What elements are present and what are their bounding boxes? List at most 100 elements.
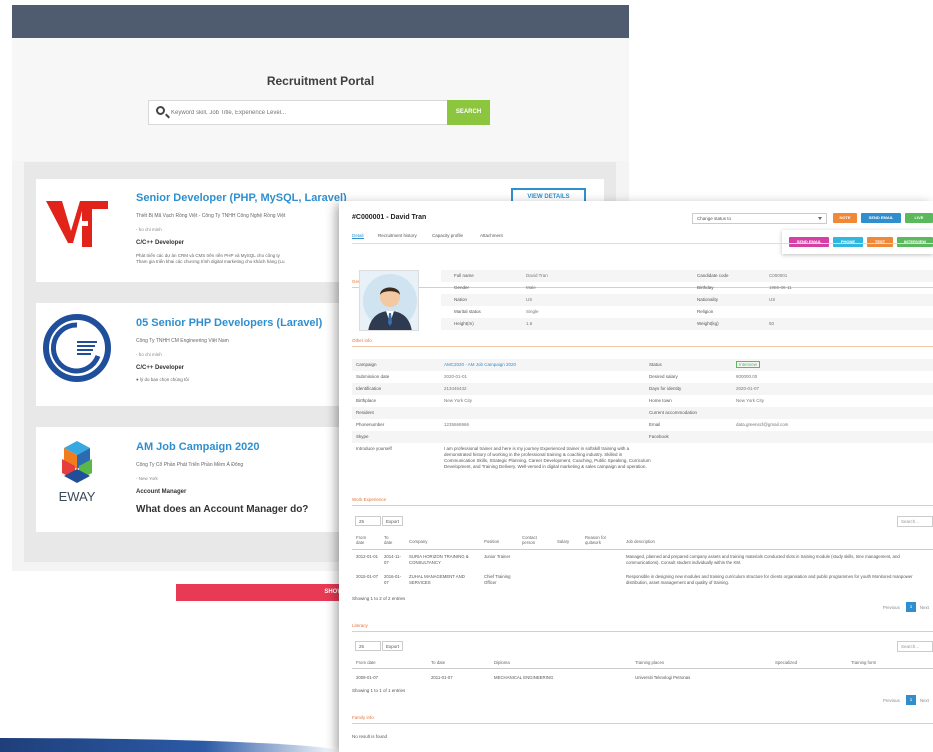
job-category: Account Manager (136, 489, 187, 495)
pagination-next[interactable]: Next (920, 698, 929, 703)
column-header[interactable]: From date (356, 535, 372, 545)
live-button[interactable]: LIVE (905, 213, 933, 223)
campaign-link[interactable]: AMC2020 - AM Job Campaign 2020 (444, 362, 516, 367)
phone-action-button[interactable]: PHONE (833, 237, 863, 247)
row-background (352, 359, 933, 371)
pagination-page[interactable]: 1 (906, 695, 916, 705)
field-label: Birthplace (356, 398, 377, 403)
field-value: Male (526, 285, 536, 290)
change-status-select[interactable]: Change status to (692, 213, 827, 224)
job-location: - ho chi minh (136, 227, 162, 232)
column-header[interactable]: Reason for quitwork (585, 535, 617, 545)
pagination-next[interactable]: Next (920, 605, 929, 610)
field-label: Submission date (356, 374, 390, 379)
field-label: Birthday (697, 285, 714, 290)
table-search-input[interactable]: Search... (897, 516, 933, 527)
column-header[interactable]: To date (384, 535, 398, 545)
field-label: Full name (454, 273, 474, 278)
table-cell: Chief Training Officer (484, 574, 511, 585)
column-header[interactable]: Training places (635, 660, 664, 665)
field-label: Introduce yourself (356, 446, 392, 451)
field-value: David Tran (526, 273, 548, 278)
tab-attachment[interactable]: Attachment (480, 233, 503, 238)
field-value: New York City (736, 398, 765, 403)
page-size-select[interactable]: 25 (355, 641, 381, 651)
tab-recruitment-history[interactable]: Recruitment history (378, 233, 417, 238)
other-info-heading: Other info (352, 338, 372, 343)
page-size-select[interactable]: 25 (355, 516, 381, 526)
interview-action-button[interactable]: INTERVIEW (897, 237, 933, 247)
cm-engineering-logo (43, 314, 111, 382)
portal-search-button[interactable]: SEARCH (447, 100, 490, 125)
introduce-yourself-text: I am professional trainer and here is my… (444, 446, 651, 469)
eway-logo-text: EWAY (59, 489, 96, 504)
field-label: Religion (697, 309, 714, 314)
column-header[interactable]: Position (484, 539, 499, 544)
column-header[interactable]: Diploma (494, 660, 510, 665)
table-cell: 2014-11-07 (384, 554, 401, 565)
table-cell: ZUHAL MANAGEMENT AND SERVICES (409, 574, 465, 585)
candidate-profile-window: #C000001 - David Tran Change status to N… (339, 201, 933, 752)
pagination-page[interactable]: 1 (906, 602, 916, 612)
job-location: - New York (136, 476, 158, 481)
field-label: Status (649, 362, 662, 367)
job-location: - ho chi minh (136, 352, 162, 357)
section-divider (352, 287, 933, 288)
field-label: Marital status (454, 309, 481, 314)
pagination-previous[interactable]: Previous (883, 698, 900, 703)
row-background (441, 270, 933, 282)
column-header[interactable]: Contact person (522, 535, 544, 545)
export-button[interactable]: Export (382, 516, 404, 526)
table-header-divider (352, 549, 933, 550)
field-value: 213446432 (444, 386, 467, 391)
field-label: Nation (454, 297, 468, 302)
column-header[interactable]: Company (409, 539, 427, 544)
job-description: Phát triển các dự án CRM và CMS trên nền… (136, 253, 346, 265)
table-cell: Managed, planned and prepared company as… (626, 554, 900, 565)
column-header[interactable]: To date (431, 660, 445, 665)
column-header[interactable]: Job description (626, 539, 655, 544)
candidate-title: #C000001 - David Tran (352, 214, 427, 221)
table-cell: MECHANICAL ENGINEERING (494, 675, 554, 680)
field-label: Nationality (697, 297, 719, 302)
column-header[interactable]: Specialized (775, 660, 797, 665)
row-background (352, 407, 933, 419)
work-experience-heading: Work Experience (352, 497, 387, 502)
field-label: Email (649, 422, 661, 427)
field-label: Skype (356, 434, 369, 439)
portal-title: Recruitment Portal (266, 74, 375, 88)
column-header[interactable]: Training form (851, 660, 876, 665)
send-email-action-button[interactable]: SEND EMAIL (789, 237, 829, 247)
field-value: C000001 (769, 273, 788, 278)
column-header[interactable]: Salary (557, 539, 569, 544)
job-title[interactable]: Senior Developer (PHP, MySQL, Laravel) (136, 192, 347, 204)
note-button[interactable]: NOTE (833, 213, 857, 223)
tab-capacity-profile[interactable]: Capacity profile (432, 233, 463, 238)
test-action-button[interactable]: TEST (867, 237, 893, 247)
job-title[interactable]: AM Job Campaign 2020 (136, 441, 259, 453)
table-cell: SURIA HORIZON TRAINING & CONSULTANCY (409, 554, 469, 565)
table-search-input[interactable]: Search... (897, 641, 933, 652)
pagination-previous[interactable]: Previous (883, 605, 900, 610)
column-header[interactable]: From date (356, 660, 376, 665)
export-button[interactable]: Export (382, 641, 404, 651)
row-background (352, 383, 933, 395)
section-divider (352, 505, 933, 506)
field-value: 800000.00 (736, 374, 758, 379)
job-company: Thiết Bị Mã Vạch Rồng Việt - Công Ty TNH… (136, 213, 286, 219)
job-title[interactable]: 05 Senior PHP Developers (Laravel) (136, 317, 322, 329)
section-divider (352, 346, 933, 347)
table-header-divider (352, 668, 933, 669)
tab-detail[interactable]: Detail (352, 233, 364, 239)
field-label: Height(m) (454, 321, 474, 326)
portal-search-input[interactable] (171, 105, 421, 120)
section-divider (352, 723, 933, 724)
send-email-button[interactable]: SEND EMAIL (861, 213, 901, 223)
job-company: Công Ty Cổ Phần Phát Triển Phần Mềm Á Đô… (136, 462, 244, 468)
screenshot-stage: Recruitment Portal SEARCH Senior Develop… (0, 0, 933, 752)
field-value: US (769, 297, 776, 302)
field-value: data.greenscf@gmail.com (736, 422, 789, 427)
decorative-blue-sweep (0, 738, 340, 752)
field-value: 2020-01-01 (444, 374, 468, 379)
avatar-illustration (363, 274, 417, 330)
